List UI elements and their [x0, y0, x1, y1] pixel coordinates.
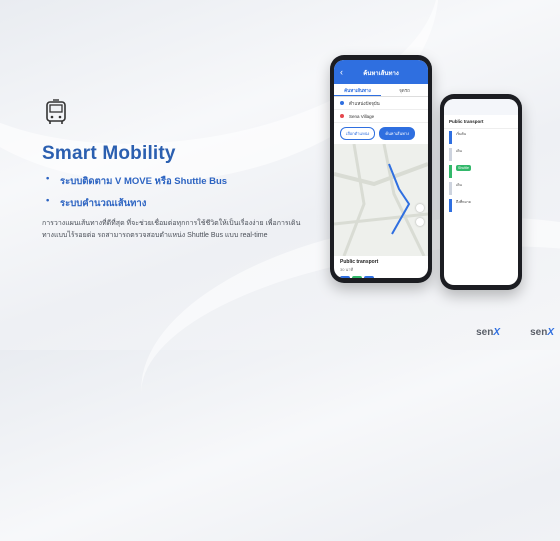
- locate-button[interactable]: [416, 218, 424, 226]
- phone-mockup-main: ‹ ค้นหาเส้นทาง ค้นหาเส้นทาง จุดรถ ตำแหน่…: [330, 55, 432, 283]
- route-step-label: ถึงที่หมาย: [456, 200, 471, 204]
- feature-list: ระบบติดตาม V MOVE หรือ Shuttle Bus ระบบค…: [44, 173, 227, 218]
- senx-logo: senX: [476, 327, 500, 338]
- bus-icon: [46, 99, 66, 124]
- route-step: ถึงที่หมาย: [444, 197, 518, 214]
- map-roads: [334, 144, 428, 256]
- route-detail-title: Public transport: [444, 115, 518, 129]
- phone-screen: Public transport เริ่มต้น เดิน Shuttle เ…: [444, 99, 518, 285]
- destination-label: Sena Village: [349, 113, 375, 119]
- app-header: ‹ ค้นหาเส้นทาง: [334, 60, 428, 84]
- route-step: เริ่มต้น: [444, 129, 518, 146]
- route-step-label: เดิน: [456, 149, 462, 153]
- route-card-title: Public transport: [340, 259, 379, 265]
- walk-chip: [364, 276, 374, 278]
- app-tabs: ค้นหาเส้นทาง จุดรถ: [334, 84, 428, 97]
- route-card-subtitle: 30 นาที: [340, 267, 354, 272]
- app-header-title: ค้นหาเส้นทาง: [363, 71, 399, 77]
- tab-stops[interactable]: จุดรถ: [381, 84, 428, 96]
- phone-mockup-secondary: Public transport เริ่มต้น เดิน Shuttle เ…: [440, 94, 522, 290]
- feature-route: ระบบคำนวณเส้นทาง: [44, 195, 227, 211]
- bus-chip: [352, 276, 362, 278]
- route-step: เดิน: [444, 146, 518, 163]
- origin-dot-icon: [340, 101, 344, 105]
- route-step: เดิน: [444, 180, 518, 197]
- select-location-button[interactable]: เลือกตำแหน่ง: [340, 127, 376, 140]
- map-view[interactable]: [334, 144, 428, 256]
- feature-tracking: ระบบติดตาม V MOVE หรือ Shuttle Bus: [44, 173, 227, 189]
- phone-screen: ‹ ค้นหาเส้นทาง ค้นหาเส้นทาง จุดรถ ตำแหน่…: [334, 60, 428, 278]
- destination-pin-icon: [340, 114, 344, 118]
- status-area: [444, 99, 518, 115]
- slide-description: การวางแผนเส้นทางที่ดีที่สุด ที่จะช่วยเชื…: [42, 220, 301, 239]
- origin-label: ตำแหน่งปัจจุบัน: [349, 100, 380, 106]
- tab-route[interactable]: ค้นหาเส้นทาง: [334, 84, 381, 96]
- route-card[interactable]: Public transport 30 นาที: [334, 256, 428, 278]
- slide-title: Smart Mobility: [42, 143, 176, 164]
- shuttle-tag: Shuttle: [456, 165, 471, 171]
- route-chips: [340, 276, 422, 278]
- senx-logo: senX: [530, 327, 554, 338]
- action-row: เลือกตำแหน่ง ค้นหาเส้นทาง: [334, 123, 428, 144]
- route-step-label: เดิน: [456, 183, 462, 187]
- route-step-label: เริ่มต้น: [456, 132, 467, 136]
- search-route-button[interactable]: ค้นหาเส้นทาง: [379, 127, 416, 140]
- origin-field[interactable]: ตำแหน่งปัจจุบัน: [334, 97, 428, 110]
- destination-field[interactable]: Sena Village: [334, 110, 428, 123]
- route-step: Shuttle: [444, 163, 518, 180]
- layers-button[interactable]: [416, 204, 424, 212]
- walk-chip: [340, 276, 350, 278]
